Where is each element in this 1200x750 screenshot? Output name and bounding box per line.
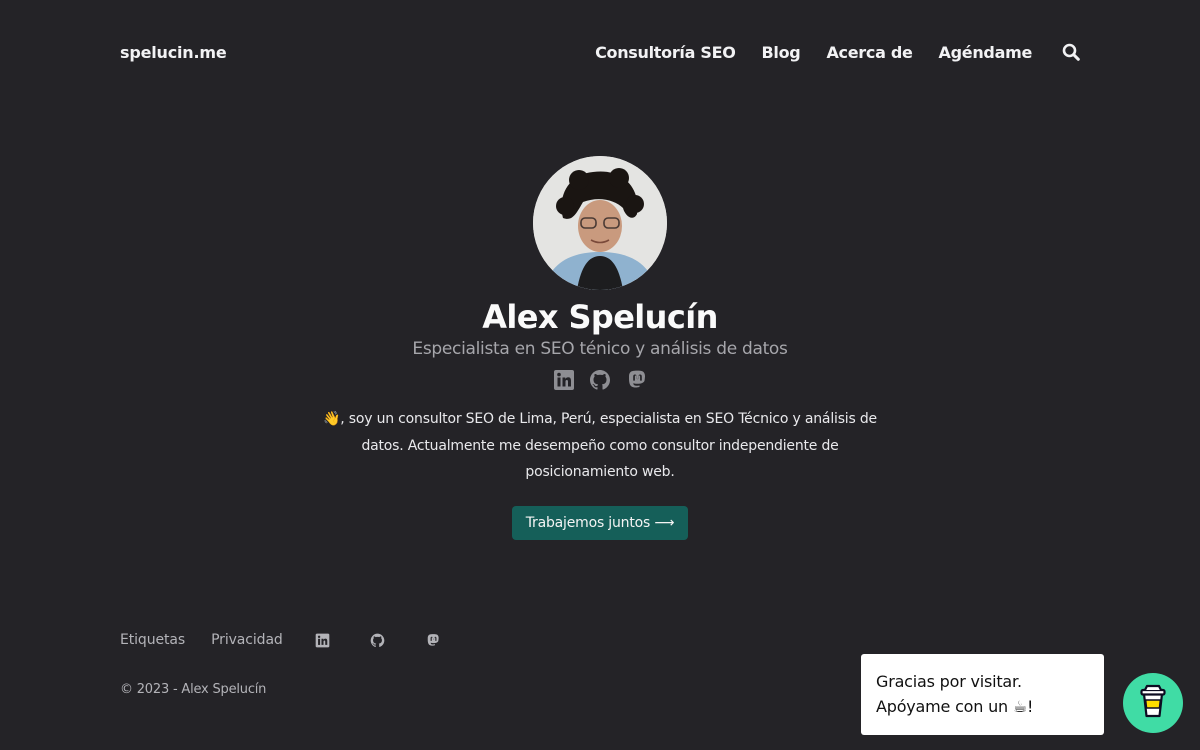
profile-tagline: Especialista en SEO ténico y análisis de… bbox=[412, 339, 788, 359]
copyright-text: © 2023 - Alex Spelucín bbox=[120, 682, 267, 697]
bmc-popup-line1: Gracias por visitar. bbox=[876, 672, 1022, 691]
profile-name: Alex Spelucín bbox=[482, 298, 718, 336]
footer-link-etiquetas[interactable]: Etiquetas bbox=[120, 632, 185, 648]
nav-link-acerca-de[interactable]: Acerca de bbox=[826, 43, 912, 62]
footer-link-privacidad[interactable]: Privacidad bbox=[211, 632, 283, 648]
nav-link-blog[interactable]: Blog bbox=[762, 43, 801, 62]
profile-section: Alex Spelucín Especialista en SEO ténico… bbox=[0, 156, 1200, 540]
github-icon[interactable] bbox=[589, 369, 611, 391]
site-header: spelucin.me Consultoría SEO Blog Acerca … bbox=[120, 38, 1080, 66]
linkedin-icon[interactable] bbox=[553, 369, 575, 391]
site-brand-link[interactable]: spelucin.me bbox=[120, 43, 227, 62]
avatar bbox=[533, 156, 667, 290]
search-icon[interactable] bbox=[1062, 43, 1080, 61]
main-nav: Consultoría SEO Blog Acerca de Agéndame bbox=[569, 43, 1080, 62]
buy-me-coffee-popup[interactable]: Gracias por visitar. Apóyame con un ☕! bbox=[861, 654, 1104, 735]
coffee-cup-icon bbox=[1138, 683, 1168, 723]
nav-link-agendame[interactable]: Agéndame bbox=[939, 43, 1033, 62]
buy-me-coffee-button[interactable] bbox=[1123, 673, 1183, 733]
linkedin-icon[interactable] bbox=[315, 633, 330, 648]
profile-social-links bbox=[0, 368, 1200, 392]
bmc-popup-line2: Apóyame con un ☕! bbox=[876, 697, 1034, 716]
profile-bio: 👋, soy un consultor SEO de Lima, Perú, e… bbox=[323, 411, 877, 480]
mastodon-icon[interactable] bbox=[625, 369, 647, 391]
github-icon[interactable] bbox=[370, 633, 385, 648]
footer-links: Etiquetas Privacidad bbox=[120, 632, 474, 648]
mastodon-icon[interactable] bbox=[425, 633, 440, 648]
nav-link-consultoria-seo[interactable]: Consultoría SEO bbox=[595, 43, 736, 62]
work-together-button[interactable]: Trabajemos juntos ⟶ bbox=[511, 505, 689, 540]
